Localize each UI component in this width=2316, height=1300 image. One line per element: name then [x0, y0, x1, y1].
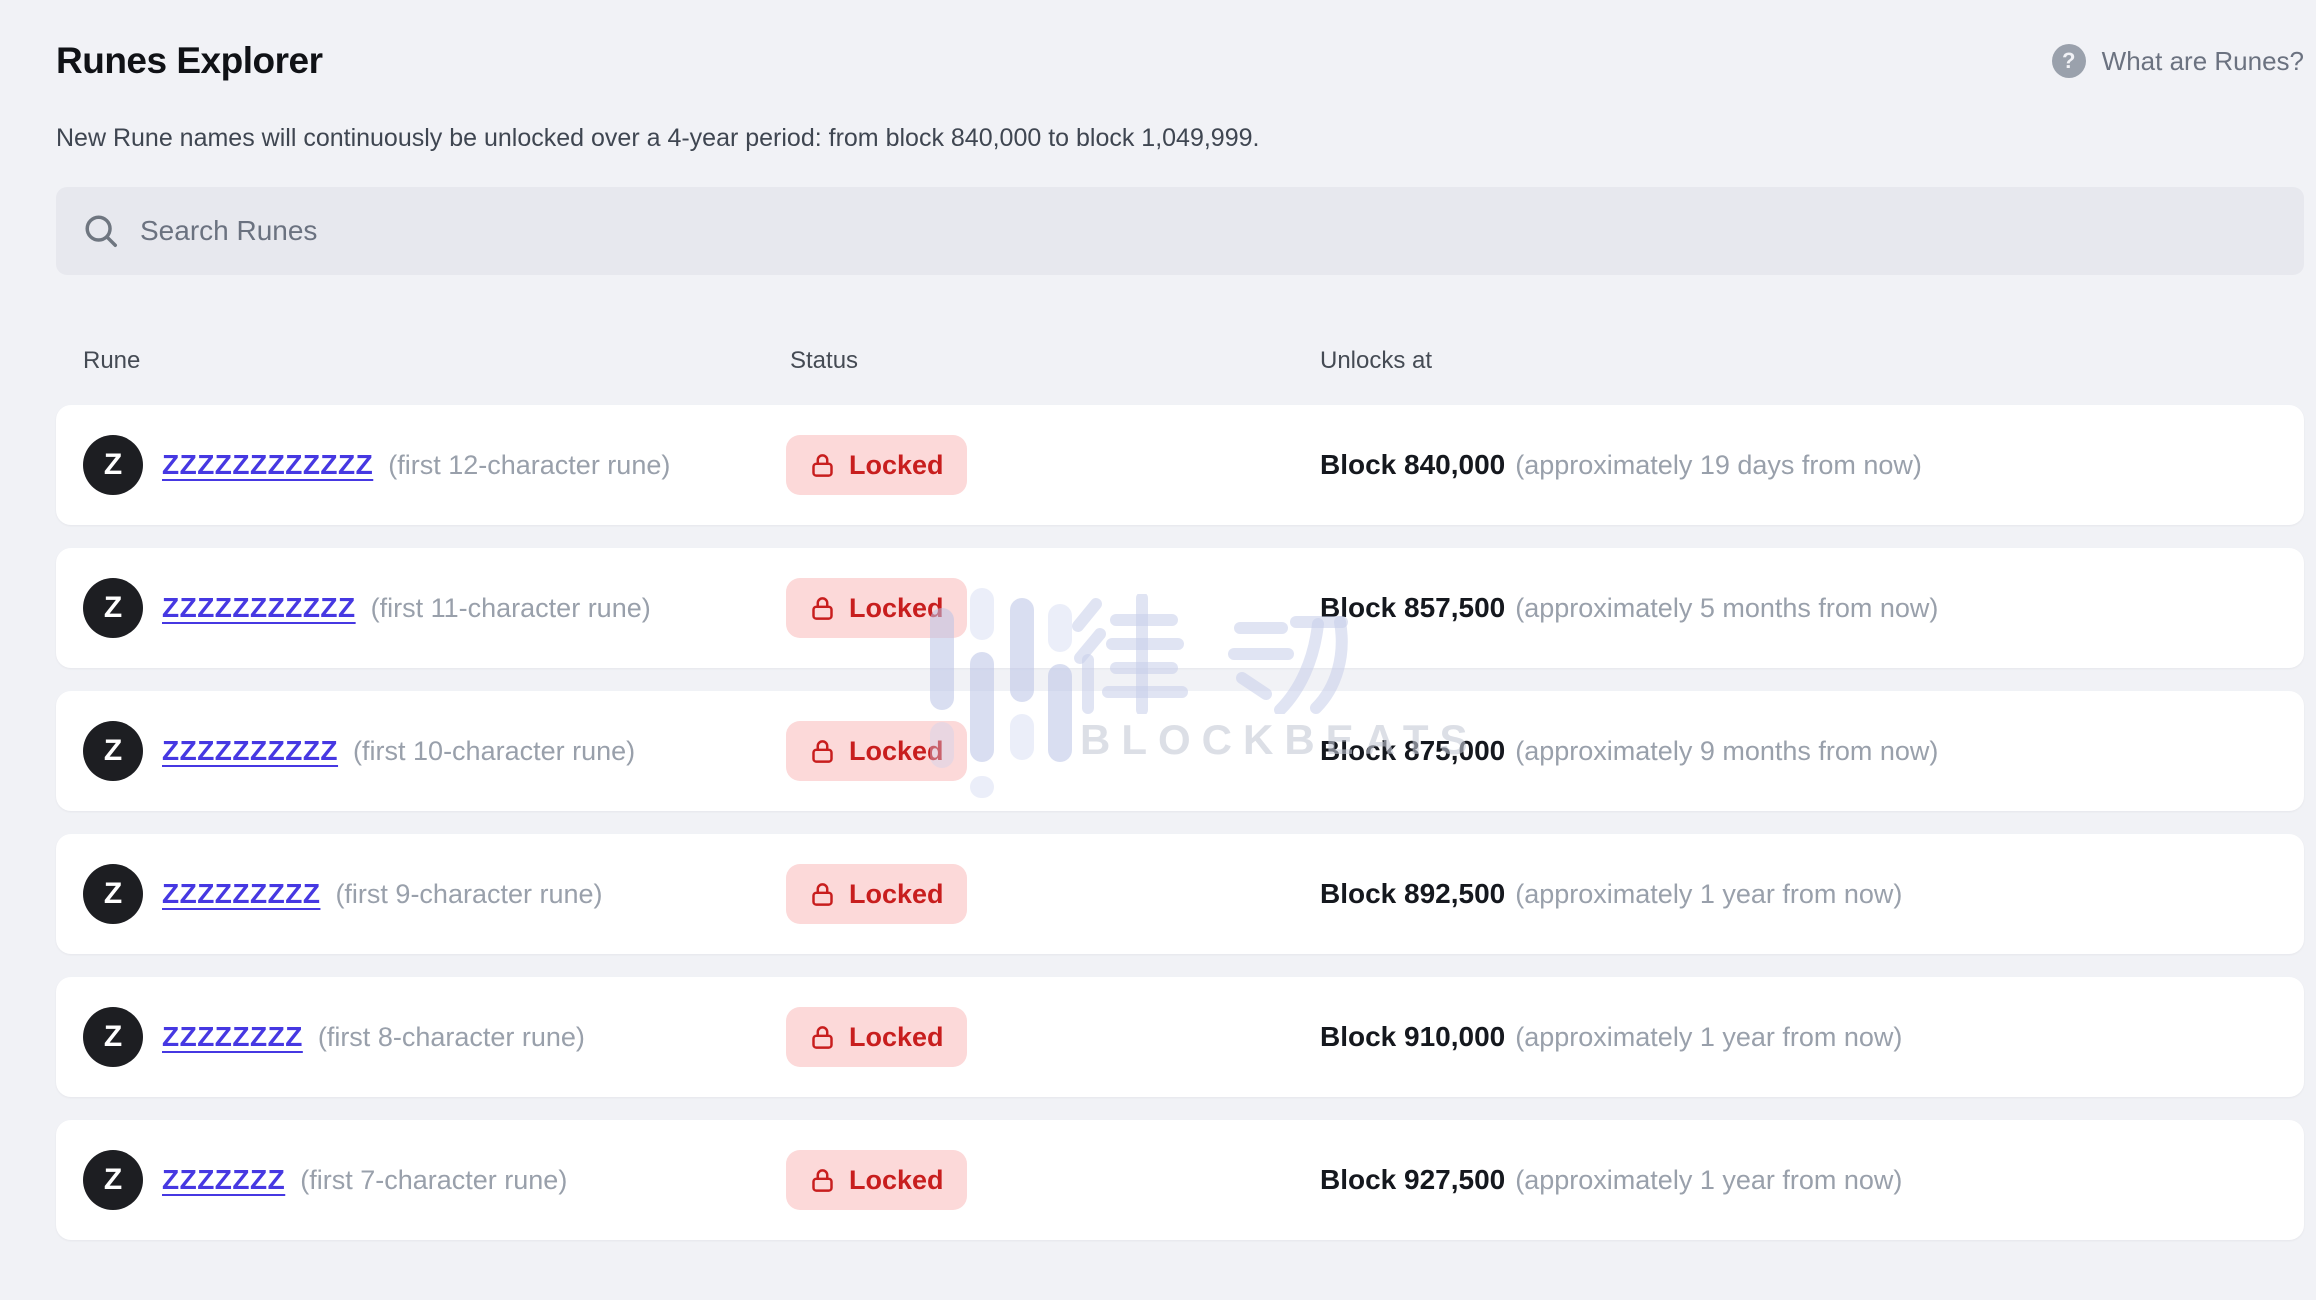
lock-icon [809, 738, 836, 765]
unlock-eta: (approximately 19 days from now) [1515, 450, 1922, 480]
page-title: Runes Explorer [56, 40, 322, 82]
lock-icon [809, 881, 836, 908]
status-badge-label: Locked [849, 879, 944, 910]
rune-name-link[interactable]: ZZZZZZZZZ [162, 878, 320, 910]
search-input[interactable] [140, 215, 2278, 247]
column-header-status: Status [790, 347, 1320, 375]
search-bar [56, 187, 2304, 275]
status-badge: Locked [786, 721, 967, 781]
unlock-eta: (approximately 1 year from now) [1515, 879, 1902, 909]
column-header-unlocks: Unlocks at [1320, 347, 2304, 375]
rune-name-link[interactable]: ZZZZZZZZZZZ [162, 592, 356, 624]
intro-text: New Rune names will continuously be unlo… [56, 122, 2304, 154]
unlock-eta: (approximately 9 months from now) [1515, 736, 1938, 766]
runes-explorer-page: Runes Explorer ? What are Runes? New Run… [0, 40, 2316, 1240]
lock-icon [809, 1167, 836, 1194]
rune-avatar: Z [83, 578, 143, 638]
status-badge: Locked [786, 435, 967, 495]
table-row: Z ZZZZZZZ (first 7-character rune) Locke… [56, 1120, 2304, 1240]
table-row: Z ZZZZZZZZZZZ (first 11-character rune) … [56, 548, 2304, 668]
rune-name-link[interactable]: ZZZZZZZZZZ [162, 735, 338, 767]
rune-descriptor: (first 12-character rune) [388, 450, 670, 481]
rune-descriptor: (first 8-character rune) [318, 1022, 585, 1053]
search-icon [82, 212, 120, 250]
unlocks-cell: Block 892,500 (approximately 1 year from … [1320, 878, 2304, 910]
column-header-rune: Rune [83, 347, 790, 375]
unlock-block: Block 910,000 [1320, 1021, 1505, 1052]
rune-cell: Z ZZZZZZZZZZZZ (first 12-character rune) [83, 435, 786, 495]
rune-cell: Z ZZZZZZZZZZZ (first 11-character rune) [83, 578, 786, 638]
unlock-eta: (approximately 5 months from now) [1515, 593, 1938, 623]
rune-descriptor: (first 10-character rune) [353, 736, 635, 767]
status-badge-label: Locked [849, 593, 944, 624]
page-header: Runes Explorer ? What are Runes? [56, 40, 2304, 82]
rune-avatar: Z [83, 435, 143, 495]
lock-icon [809, 452, 836, 479]
unlocks-cell: Block 840,000 (approximately 19 days from… [1320, 449, 2304, 481]
rune-name-link[interactable]: ZZZZZZZZ [162, 1021, 303, 1053]
rune-list: Z ZZZZZZZZZZZZ (first 12-character rune)… [56, 405, 2304, 1240]
status-badge: Locked [786, 1150, 967, 1210]
unlock-block: Block 892,500 [1320, 878, 1505, 909]
question-mark-icon: ? [2052, 44, 2086, 78]
status-badge-label: Locked [849, 736, 944, 767]
status-cell: Locked [786, 435, 1320, 495]
status-badge: Locked [786, 1007, 967, 1067]
status-badge-label: Locked [849, 450, 944, 481]
help-label: What are Runes? [2102, 46, 2304, 77]
status-cell: Locked [786, 1007, 1320, 1067]
rune-name-link[interactable]: ZZZZZZZZZZZZ [162, 449, 373, 481]
rune-name-link[interactable]: ZZZZZZZ [162, 1164, 285, 1196]
rune-cell: Z ZZZZZZZZZZ (first 10-character rune) [83, 721, 786, 781]
unlock-eta: (approximately 1 year from now) [1515, 1022, 1902, 1052]
rune-cell: Z ZZZZZZZZ (first 8-character rune) [83, 1007, 786, 1067]
table-row: Z ZZZZZZZZ (first 8-character rune) Lock… [56, 977, 2304, 1097]
unlocks-cell: Block 875,000 (approximately 9 months fro… [1320, 735, 2304, 767]
unlock-block: Block 840,000 [1320, 449, 1505, 480]
status-badge: Locked [786, 578, 967, 638]
table-header: Rune Status Unlocks at [56, 347, 2304, 375]
unlocks-cell: Block 910,000 (approximately 1 year from … [1320, 1021, 2304, 1053]
rune-avatar: Z [83, 721, 143, 781]
status-cell: Locked [786, 578, 1320, 638]
status-badge-label: Locked [849, 1022, 944, 1053]
status-badge-label: Locked [849, 1165, 944, 1196]
table-row: Z ZZZZZZZZZ (first 9-character rune) Loc… [56, 834, 2304, 954]
unlock-block: Block 875,000 [1320, 735, 1505, 766]
status-badge: Locked [786, 864, 967, 924]
table-row: Z ZZZZZZZZZZZZ (first 12-character rune)… [56, 405, 2304, 525]
lock-icon [809, 595, 836, 622]
what-are-runes-button[interactable]: ? What are Runes? [2052, 44, 2304, 78]
rune-avatar: Z [83, 1007, 143, 1067]
status-cell: Locked [786, 721, 1320, 781]
rune-avatar: Z [83, 864, 143, 924]
unlocks-cell: Block 857,500 (approximately 5 months fro… [1320, 592, 2304, 624]
unlock-eta: (approximately 1 year from now) [1515, 1165, 1902, 1195]
rune-descriptor: (first 7-character rune) [300, 1165, 567, 1196]
rune-descriptor: (first 11-character rune) [371, 593, 651, 624]
status-cell: Locked [786, 1150, 1320, 1210]
unlock-block: Block 927,500 [1320, 1164, 1505, 1195]
rune-descriptor: (first 9-character rune) [335, 879, 602, 910]
lock-icon [809, 1024, 836, 1051]
unlock-block: Block 857,500 [1320, 592, 1505, 623]
unlocks-cell: Block 927,500 (approximately 1 year from … [1320, 1164, 2304, 1196]
rune-cell: Z ZZZZZZZZZ (first 9-character rune) [83, 864, 786, 924]
rune-cell: Z ZZZZZZZ (first 7-character rune) [83, 1150, 786, 1210]
status-cell: Locked [786, 864, 1320, 924]
rune-avatar: Z [83, 1150, 143, 1210]
table-row: Z ZZZZZZZZZZ (first 10-character rune) L… [56, 691, 2304, 811]
